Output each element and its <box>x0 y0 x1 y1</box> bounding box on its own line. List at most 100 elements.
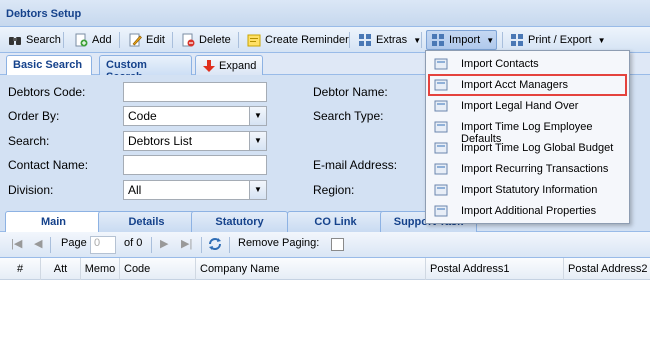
add-button-label: Add <box>92 34 112 46</box>
division-value: All <box>128 183 142 197</box>
delete-button[interactable]: Delete <box>177 30 235 50</box>
import-icon <box>431 33 445 47</box>
order-by-select[interactable]: Code ▼ <box>123 106 267 126</box>
chevron-down-icon[interactable]: ▼ <box>249 132 266 150</box>
pager-divider <box>229 237 230 253</box>
tab-details[interactable]: Details <box>98 211 195 232</box>
delete-document-icon <box>181 33 195 47</box>
debtor-name-label: Debtor Name: <box>313 85 388 99</box>
email-address-label: E-mail Address: <box>313 158 398 172</box>
import-label: Import <box>449 34 481 46</box>
arrow-down-icon <box>202 59 216 73</box>
print-export-label: Print / Export <box>528 34 592 46</box>
chevron-down-icon[interactable]: ▼ <box>249 181 266 199</box>
sticky-note-icon <box>247 33 261 47</box>
menu-item-label: Import Recurring Transactions <box>461 163 609 175</box>
import-document-icon <box>434 78 449 92</box>
delete-button-label: Delete <box>199 34 231 46</box>
import-document-icon <box>434 204 449 218</box>
toolbar-divider <box>349 32 350 48</box>
toolbar-divider <box>119 32 120 48</box>
search-list-select[interactable]: Debtors List ▼ <box>123 131 267 151</box>
column-header[interactable]: Code <box>120 258 196 280</box>
chevron-down-icon: ▼ <box>486 35 495 45</box>
column-header[interactable]: Postal Address1 <box>426 258 564 280</box>
add-document-icon <box>74 33 88 47</box>
paging-toolbar: |◀ ◀ Page 0 of 0 ▶ ▶| Remove Paging: <box>0 232 650 258</box>
order-by-value: Code <box>128 109 157 123</box>
add-button[interactable]: Add <box>70 30 116 50</box>
page-number-input[interactable]: 0 <box>90 236 116 254</box>
menu-item-import-contacts[interactable]: Import Contacts <box>428 54 627 74</box>
menu-item-import-recurring-transactions[interactable]: Import Recurring Transactions <box>428 159 627 179</box>
column-header[interactable]: Memo <box>81 258 120 280</box>
page-label: Page <box>61 237 87 249</box>
import-document-icon <box>434 162 449 176</box>
debtors-code-label: Debtors Code: <box>8 85 86 99</box>
remove-paging-label: Remove Paging: <box>238 237 320 249</box>
import-document-icon <box>434 141 449 155</box>
division-select[interactable]: All ▼ <box>123 180 267 200</box>
column-header[interactable]: # <box>0 258 41 280</box>
pager-divider <box>50 237 51 253</box>
tab-basic-search[interactable]: Basic Search <box>6 55 92 76</box>
toolbar-divider <box>238 32 239 48</box>
menu-item-import-statutory-information[interactable]: Import Statutory Information <box>428 180 627 200</box>
debtors-code-field[interactable] <box>123 82 267 102</box>
expand-button[interactable]: Expand <box>195 55 264 75</box>
first-page-icon[interactable]: |◀ <box>11 237 22 250</box>
column-header[interactable]: Postal Address2 <box>564 258 650 280</box>
menu-item-label: Import Additional Properties <box>461 205 597 217</box>
search-button[interactable]: Search <box>4 30 65 50</box>
menu-item-label: Import Time Log Global Budget <box>461 142 614 154</box>
search-type-label: Search Type: <box>313 109 384 123</box>
remove-paging-checkbox[interactable] <box>331 238 344 251</box>
toolbar-divider <box>172 32 173 48</box>
tab-co-link[interactable]: CO Link <box>287 211 384 232</box>
next-page-icon[interactable]: ▶ <box>160 237 168 250</box>
expand-label: Expand <box>219 59 257 72</box>
pager-divider <box>151 237 152 253</box>
tab-custom-search[interactable]: Custom Search <box>99 55 192 83</box>
column-header[interactable]: Company Name <box>196 258 426 280</box>
import-menu-button[interactable]: Import ▼ <box>426 30 497 50</box>
window-title-bar: Debtors Setup <box>0 0 650 27</box>
column-header[interactable]: Att <box>41 258 81 280</box>
page-count-label: of 0 <box>124 237 143 249</box>
extras-menu-button[interactable]: Extras ▼ <box>354 30 425 50</box>
import-document-icon <box>434 120 449 134</box>
previous-page-icon[interactable]: ◀ <box>34 237 42 250</box>
create-reminder-button[interactable]: Create Reminder <box>243 30 353 50</box>
menu-item-import-time-log-employee-defaults[interactable]: Import Time Log Employee Defaults <box>428 117 627 145</box>
toolbar-divider <box>502 32 503 48</box>
region-label: Region: <box>313 183 355 197</box>
menu-item-import-acct-managers[interactable]: Import Acct Managers <box>428 74 627 96</box>
import-dropdown-menu: Import Contacts Import Acct Managers Imp… <box>425 50 630 224</box>
import-document-icon <box>434 99 449 113</box>
extras-label: Extras <box>376 34 408 46</box>
binoculars-icon <box>8 33 22 47</box>
menu-item-import-additional-properties[interactable]: Import Additional Properties <box>428 201 627 221</box>
last-page-icon[interactable]: ▶| <box>181 237 192 250</box>
menu-item-label: Import Statutory Information <box>461 184 598 196</box>
toolbar-divider <box>421 32 422 48</box>
menu-item-label: Import Contacts <box>461 58 539 70</box>
chevron-down-icon[interactable]: ▼ <box>249 107 266 125</box>
window-title: Debtors Setup <box>6 8 82 20</box>
menu-item-import-legal-hand-over[interactable]: Import Legal Hand Over <box>428 96 627 116</box>
print-export-menu-button[interactable]: Print / Export ▼ <box>506 30 610 50</box>
edit-button[interactable]: Edit <box>124 30 169 50</box>
tab-statutory[interactable]: Statutory <box>191 211 288 232</box>
chevron-down-icon: ▼ <box>597 35 606 45</box>
print-export-icon <box>510 33 524 47</box>
contact-name-field[interactable] <box>123 155 267 175</box>
search-list-value: Debtors List <box>128 134 193 148</box>
refresh-icon[interactable] <box>207 236 223 255</box>
menu-item-import-time-log-global-budget[interactable]: Import Time Log Global Budget <box>428 138 627 158</box>
edit-button-label: Edit <box>146 34 165 46</box>
search-label: Search: <box>8 134 50 148</box>
extras-icon <box>358 33 372 47</box>
tab-main[interactable]: Main <box>5 211 102 232</box>
grid-header: # Att Memo Code Company Name Postal Addr… <box>0 258 650 280</box>
menu-item-label: Import Acct Managers <box>461 79 568 91</box>
